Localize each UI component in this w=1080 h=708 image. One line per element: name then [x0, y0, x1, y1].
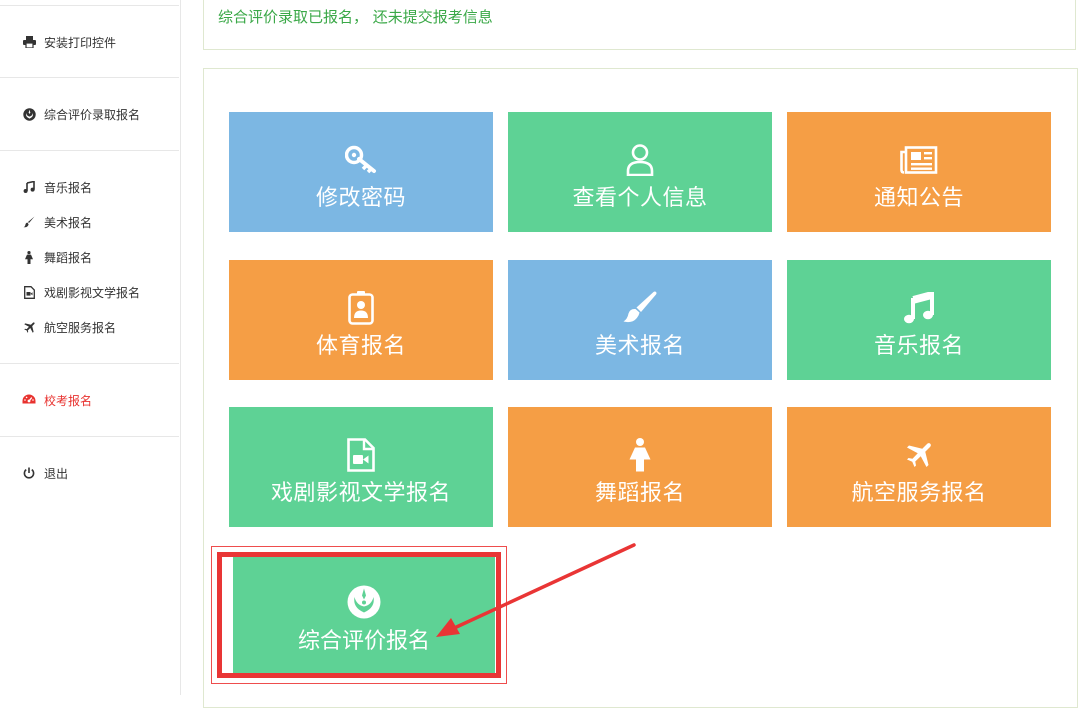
user-icon [626, 142, 654, 178]
tile-label: 戏剧影视文学报名 [270, 481, 451, 506]
sidebar-divider [0, 77, 179, 78]
rebel-icon [22, 107, 36, 121]
female-icon [628, 437, 652, 473]
status-notice-text: 综合评价录取已报名， 还未提交报考信息 [218, 8, 493, 26]
plane-icon [22, 320, 36, 334]
tile-notices[interactable]: 通知公告 [787, 112, 1051, 232]
tile-music[interactable]: 音乐报名 [787, 260, 1051, 380]
sidebar-item-dance[interactable]: 舞蹈报名 [22, 247, 92, 267]
video-file-icon [22, 285, 36, 299]
sidebar-item-install-print[interactable]: 安装打印控件 [22, 32, 116, 52]
video-file-icon [347, 437, 375, 473]
sidebar-item-comprehensive[interactable]: 综合评价录取报名 [22, 104, 140, 124]
sidebar-item-art[interactable]: 美术报名 [22, 212, 92, 232]
sidebar-divider [0, 5, 179, 6]
sidebar-item-drama[interactable]: 戏剧影视文学报名 [22, 282, 140, 302]
sidebar: 安装打印控件 综合评价录取报名 音乐报名 美术报名 舞蹈报名 戏剧影视文学报名 [0, 0, 181, 695]
plane-icon [904, 437, 934, 473]
tile-dance[interactable]: 舞蹈报名 [508, 407, 772, 527]
sidebar-item-label: 音乐报名 [44, 180, 93, 195]
tile-label: 综合评价报名 [297, 629, 430, 654]
id-badge-icon [348, 290, 374, 326]
newspaper-icon [900, 142, 938, 178]
sidebar-divider [0, 150, 179, 151]
tile-label: 体育报名 [315, 334, 406, 359]
tile-comprehensive-evaluation[interactable]: 综合评价报名 [229, 557, 495, 673]
sidebar-item-label: 综合评价录取报名 [44, 107, 141, 122]
sidebar-item-label: 美术报名 [44, 215, 93, 230]
sidebar-item-label: 安装打印控件 [44, 35, 117, 50]
sidebar-divider [0, 363, 179, 364]
status-notice: 综合评价录取已报名， 还未提交报考信息 [203, 0, 1076, 50]
paintbrush-icon [623, 290, 657, 326]
tile-label: 音乐报名 [873, 334, 964, 359]
tile-sports[interactable]: 体育报名 [229, 260, 493, 380]
sidebar-item-music[interactable]: 音乐报名 [22, 177, 92, 197]
sidebar-item-label: 戏剧影视文学报名 [44, 285, 141, 300]
paintbrush-icon [22, 215, 36, 229]
tile-label: 查看个人信息 [572, 186, 708, 211]
power-icon [22, 466, 36, 480]
female-icon [22, 250, 36, 264]
sidebar-item-label: 航空服务报名 [44, 320, 117, 335]
tile-drama[interactable]: 戏剧影视文学报名 [229, 407, 493, 527]
tile-label: 舞蹈报名 [594, 481, 685, 506]
music-icon [22, 180, 36, 194]
key-icon [345, 142, 377, 178]
sidebar-item-aviation[interactable]: 航空服务报名 [22, 317, 116, 337]
tile-change-password[interactable]: 修改密码 [229, 112, 493, 232]
sidebar-divider [0, 436, 179, 437]
tile-aviation[interactable]: 航空服务报名 [787, 407, 1051, 527]
dashboard-icon [22, 393, 36, 407]
music-icon [904, 290, 934, 326]
rebel-icon [233, 585, 495, 619]
sidebar-item-label: 校考报名 [44, 393, 93, 408]
sidebar-item-school-exam[interactable]: 校考报名 [22, 390, 92, 410]
tile-art[interactable]: 美术报名 [508, 260, 772, 380]
tile-view-profile[interactable]: 查看个人信息 [508, 112, 772, 232]
sidebar-item-label: 退出 [44, 466, 69, 481]
printer-icon [22, 35, 36, 49]
tile-label: 美术报名 [594, 334, 685, 359]
tile-label: 修改密码 [315, 186, 406, 211]
tile-label: 航空服务报名 [851, 481, 987, 506]
sidebar-item-logout[interactable]: 退出 [22, 463, 68, 483]
tile-label: 通知公告 [873, 186, 964, 211]
sidebar-item-label: 舞蹈报名 [44, 250, 93, 265]
